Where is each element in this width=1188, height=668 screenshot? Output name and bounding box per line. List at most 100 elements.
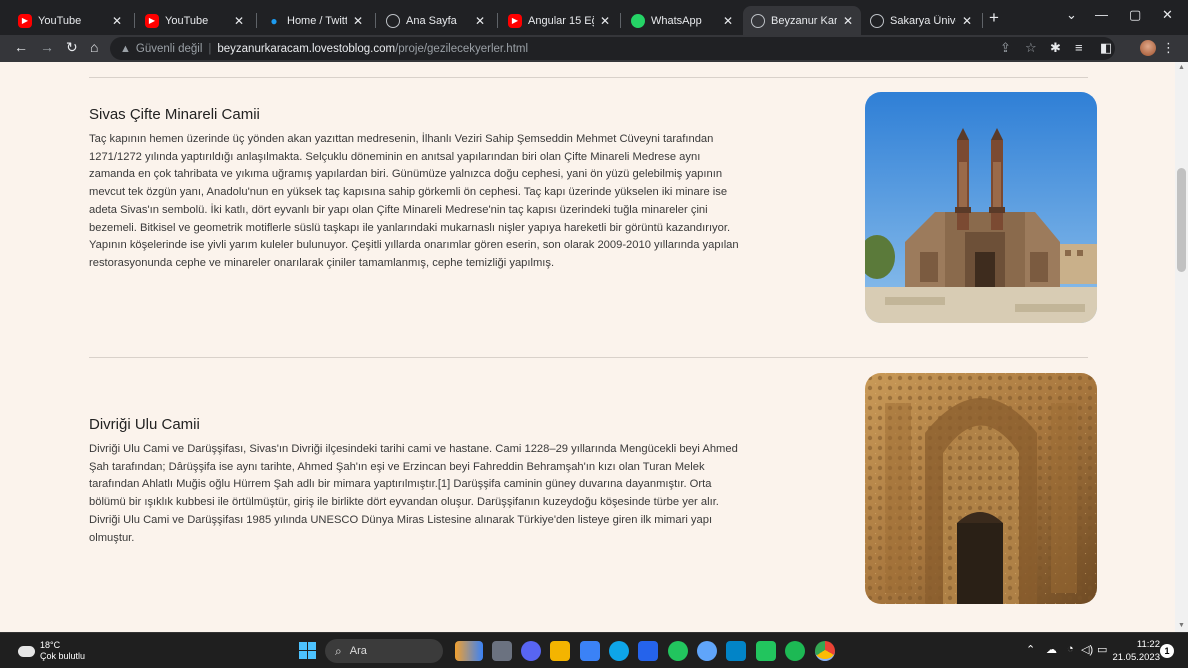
scroll-up-arrow-icon[interactable]: ▲	[1178, 64, 1185, 71]
tab-sakarya[interactable]: Sakarya Üniversit ✕	[862, 6, 980, 35]
address-bar[interactable]: ▲ Güvenli değil | beyzanurkaracam.lovest…	[110, 37, 1115, 60]
cloud-icon	[18, 640, 35, 657]
tab-title: YouTube	[38, 14, 82, 27]
minimize-button[interactable]: —	[1095, 7, 1108, 22]
mail-icon[interactable]	[726, 641, 746, 661]
divrigi-image	[865, 373, 1097, 604]
security-label[interactable]: Güvenli değil	[136, 43, 202, 55]
divider	[89, 77, 1088, 78]
volume-icon[interactable]: ◁)	[1081, 643, 1093, 656]
tray-app-icon[interactable]: ☁	[1046, 643, 1057, 656]
notification-badge[interactable]: 1	[1160, 644, 1174, 658]
weather-widget[interactable]: 18°C Çok bulutlu	[18, 640, 85, 662]
article-body: Taç kapının hemen üzerinde üç yönden aka…	[89, 133, 739, 269]
clock-time: 11:22	[1136, 639, 1160, 650]
widgets-icon[interactable]	[455, 641, 483, 661]
close-icon[interactable]: ✕	[234, 14, 244, 28]
tab-angular[interactable]: ▶ Angular 15 Eğitim ✕	[500, 6, 618, 35]
profile-avatar[interactable]	[1140, 40, 1156, 56]
tab-divider	[497, 13, 498, 28]
tab-ana-sayfa[interactable]: Ana Sayfa ✕	[378, 6, 493, 35]
article-cifte-minareli: Sivas Çifte Minareli Camii Taç kapının h…	[89, 106, 749, 273]
bookmark-star-icon[interactable]: ☆	[1025, 40, 1037, 56]
close-icon[interactable]: ✕	[353, 14, 363, 28]
tab-divider	[256, 13, 257, 28]
globe-icon	[751, 13, 765, 28]
tab-beyzanur[interactable]: Beyzanur Karaçam ✕	[743, 6, 861, 35]
page-scrollbar[interactable]: ▲ ▼	[1175, 62, 1188, 632]
article-body: Divriği Ulu Cami ve Darüşşifası, Sivas'ı…	[89, 443, 738, 544]
l-app-icon[interactable]	[756, 641, 776, 661]
youtube-icon: ▶	[145, 13, 159, 28]
tab-title: WhatsApp	[651, 14, 702, 27]
whatsapp-icon	[631, 13, 645, 28]
file-explorer-icon[interactable]	[550, 641, 570, 661]
reading-list-icon[interactable]: ≡	[1075, 40, 1083, 55]
warning-icon[interactable]: ▲	[120, 43, 131, 55]
youtube-icon: ▶	[18, 13, 32, 28]
divider	[89, 357, 1088, 358]
close-window-button[interactable]: ✕	[1162, 7, 1173, 23]
edge-icon[interactable]	[609, 641, 629, 661]
url-path: /proje/gezilecekyerler.html	[395, 42, 529, 55]
menu-icon[interactable]: ⋮	[1162, 40, 1175, 56]
close-icon[interactable]: ✕	[475, 14, 485, 28]
close-icon[interactable]: ✕	[962, 14, 972, 28]
cifte-minareli-image	[865, 92, 1097, 323]
tab-divider	[982, 13, 983, 28]
tray-chevron-icon[interactable]: ⌃	[1026, 643, 1035, 656]
clock[interactable]: 11:22 21.05.2023	[1108, 638, 1160, 664]
battery-icon[interactable]: ▭	[1097, 643, 1107, 656]
url-host: beyzanurkaracam.lovestoblog.com	[217, 42, 396, 55]
spotify-icon[interactable]	[785, 641, 805, 661]
scrollbar-thumb[interactable]	[1177, 168, 1186, 272]
chat-icon[interactable]	[521, 641, 541, 661]
address-divider: |	[208, 42, 212, 55]
weather-desc: Çok bulutlu	[40, 651, 86, 661]
tab-strip: ▶ YouTube ✕ ▶ YouTube ✕ ● Home / Twitter…	[0, 0, 1188, 35]
extensions-icon[interactable]: ✱	[1050, 40, 1061, 56]
close-icon[interactable]: ✕	[112, 14, 122, 28]
clock-date: 21.05.2023	[1112, 652, 1160, 663]
tab-divider	[375, 13, 376, 28]
forward-button[interactable]: →	[40, 39, 54, 55]
back-button[interactable]: ←	[14, 39, 28, 55]
tab-title: Home / Twitter	[287, 14, 347, 27]
tab-search-chevron-icon[interactable]: ⌄	[1066, 7, 1077, 23]
article-divrigi: Divriği Ulu Camii Divriği Ulu Cami ve Da…	[89, 416, 749, 547]
share-icon[interactable]: ⇪	[1000, 40, 1011, 56]
scroll-down-arrow-icon[interactable]: ▼	[1178, 622, 1185, 629]
search-icon: ⌕	[335, 643, 342, 658]
home-button[interactable]: ⌂	[90, 39, 98, 55]
wifi-icon[interactable]: ◔	[1067, 643, 1074, 655]
maximize-button[interactable]: ▢	[1129, 7, 1141, 23]
start-button[interactable]	[299, 642, 316, 659]
close-icon[interactable]: ✕	[600, 14, 610, 28]
tab-youtube-2[interactable]: ▶ YouTube ✕	[137, 6, 252, 35]
twitter-icon: ●	[270, 13, 278, 28]
new-tab-button[interactable]: +	[989, 8, 999, 28]
store-icon[interactable]	[580, 641, 600, 661]
tab-title: Sakarya Üniversit	[890, 14, 956, 27]
tab-title: YouTube	[165, 14, 209, 27]
tab-twitter[interactable]: ● Home / Twitter ✕	[259, 6, 371, 35]
chrome-icon[interactable]	[815, 641, 835, 661]
app-icon[interactable]	[697, 641, 717, 661]
tab-divider	[134, 13, 135, 28]
close-icon[interactable]: ✕	[723, 14, 733, 28]
youtube-icon: ▶	[508, 13, 522, 28]
browser-toolbar: ← → ↻ ⌂ ▲ Güvenli değil | beyzanurkaraca…	[0, 35, 1188, 62]
close-icon[interactable]: ✕	[843, 14, 853, 28]
task-view-icon[interactable]	[492, 641, 512, 661]
vscode-icon[interactable]	[638, 641, 658, 661]
weather-temp: 18°C	[40, 640, 61, 650]
side-panel-icon[interactable]: ◧	[1100, 40, 1112, 56]
taskbar-search[interactable]: ⌕ Ara	[325, 639, 443, 663]
page-content: Sivas Çifte Minareli Camii Taç kapının h…	[0, 62, 1175, 632]
tab-youtube-1[interactable]: ▶ YouTube ✕	[10, 6, 130, 35]
tab-whatsapp[interactable]: WhatsApp ✕	[623, 6, 741, 35]
tab-divider	[620, 13, 621, 28]
divrigi-photo	[865, 373, 1097, 604]
reload-button[interactable]: ↻	[66, 39, 78, 56]
xbox-icon[interactable]	[668, 641, 688, 661]
